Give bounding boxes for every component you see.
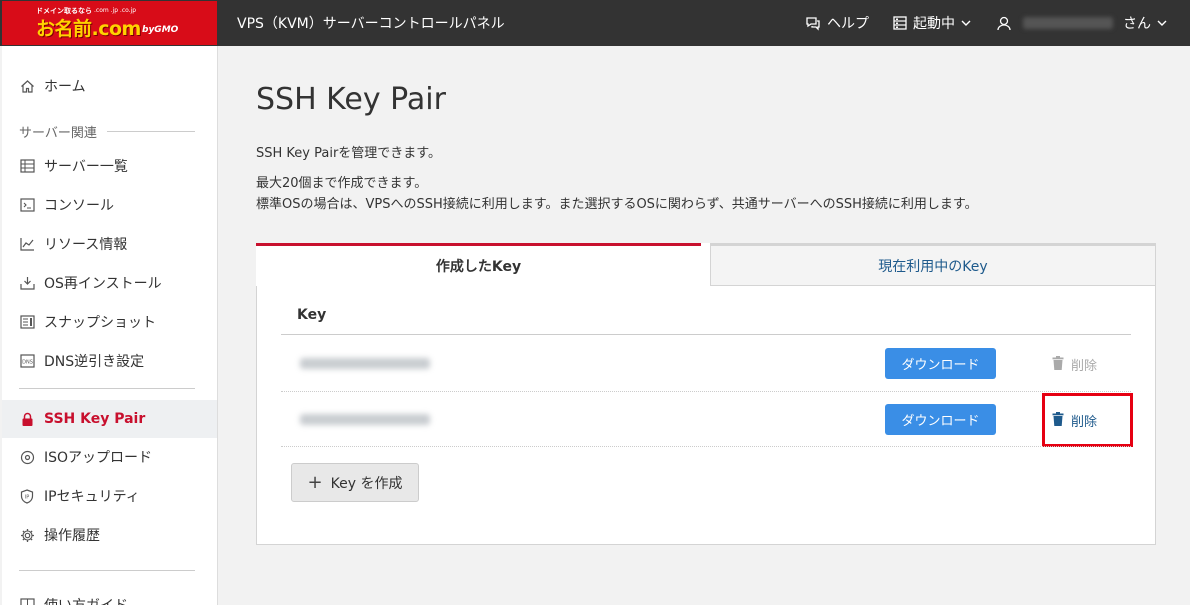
sidebar-item-os-reinstall[interactable]: OS再インストール bbox=[2, 264, 217, 302]
sidebar-item-label: ホーム bbox=[44, 79, 86, 95]
sidebar-item-iso-upload[interactable]: ISOアップロード bbox=[2, 438, 217, 476]
disc-icon bbox=[19, 449, 35, 465]
sidebar-item-label: コンソール bbox=[44, 198, 114, 214]
sidebar-divider bbox=[19, 570, 195, 571]
sidebar-item-home[interactable]: ホーム bbox=[2, 67, 217, 105]
column-header-key: Key bbox=[297, 307, 327, 323]
snapshot-icon bbox=[19, 314, 35, 330]
home-icon bbox=[19, 78, 35, 94]
section-divider bbox=[106, 131, 195, 132]
tab-current-keys[interactable]: 現在利用中のKey bbox=[710, 243, 1156, 286]
table-header-divider bbox=[281, 334, 1131, 335]
sidebar-item-ip-security[interactable]: IP IPセキュリティ bbox=[2, 477, 217, 515]
page-title: SSH Key Pair bbox=[256, 82, 446, 117]
trash-icon bbox=[1052, 355, 1064, 374]
logo-tlds: .com .jp .co.jp bbox=[94, 7, 137, 14]
chevron-down-icon bbox=[961, 19, 971, 27]
user-menu[interactable]: さん bbox=[997, 13, 1167, 33]
svg-text:DNS: DNS bbox=[22, 360, 33, 366]
sidebar-item-label: リソース情報 bbox=[44, 237, 128, 253]
status-label: 起動中 bbox=[913, 16, 955, 32]
sidebar-item-snapshot[interactable]: スナップショット bbox=[2, 303, 217, 341]
plus-icon: + bbox=[307, 472, 323, 493]
dns-icon: DNS bbox=[19, 353, 35, 369]
limit-description: 最大20個まで作成できます。 bbox=[256, 176, 428, 191]
console-icon bbox=[19, 197, 35, 213]
tab-created-keys[interactable]: 作成したKey bbox=[256, 243, 701, 286]
sidebar-item-server-list[interactable]: サーバー一覧 bbox=[2, 147, 217, 185]
delete-label: 削除 bbox=[1071, 359, 1098, 374]
sidebar-item-dns[interactable]: DNS DNS逆引き設定 bbox=[2, 342, 217, 380]
section-label-text: サーバー関連 bbox=[19, 126, 97, 141]
row-divider bbox=[281, 391, 1131, 392]
sidebar-item-label: SSH Key Pair bbox=[44, 411, 146, 427]
chevron-down-icon bbox=[1157, 19, 1167, 27]
delete-button-disabled: 削除 bbox=[1052, 355, 1097, 374]
server-icon bbox=[893, 16, 907, 30]
download-icon bbox=[19, 275, 35, 291]
top-header: ドメイン取るなら .com .jp .co.jp お名前.com byGMO V… bbox=[0, 0, 1190, 46]
help-link[interactable]: ヘルプ bbox=[805, 13, 869, 33]
sidebar-item-label: DNS逆引き設定 bbox=[44, 354, 145, 370]
svg-text:IP: IP bbox=[25, 494, 30, 500]
sidebar-item-resources[interactable]: リソース情報 bbox=[2, 225, 217, 263]
row-divider bbox=[281, 446, 1131, 447]
page-description: SSH Key Pairを管理できます。 bbox=[256, 146, 441, 161]
sidebar-item-label: 操作履歴 bbox=[44, 528, 100, 544]
key-name-redacted bbox=[300, 414, 430, 425]
sidebar-item-history[interactable]: 操作履歴 bbox=[2, 516, 217, 554]
sidebar: ホーム サーバー関連 サーバー一覧 コンソール リソース情報 OS再インストール… bbox=[2, 46, 218, 605]
gear-icon bbox=[19, 527, 35, 543]
chart-icon bbox=[19, 236, 35, 252]
sidebar-divider bbox=[19, 388, 195, 389]
usage-description: 標準OSの場合は、VPSへのSSH接続に利用します。また選択するOSに関わらず、… bbox=[256, 197, 978, 212]
sidebar-item-console[interactable]: コンソール bbox=[2, 186, 217, 224]
key-name-redacted bbox=[300, 358, 430, 369]
user-icon bbox=[997, 16, 1011, 31]
user-name-redacted bbox=[1023, 17, 1113, 29]
download-button[interactable]: ダウンロード bbox=[885, 404, 996, 435]
sidebar-item-label: IPセキュリティ bbox=[44, 489, 140, 505]
help-label: ヘルプ bbox=[827, 16, 869, 32]
sidebar-item-label: サーバー一覧 bbox=[44, 159, 128, 175]
create-key-button[interactable]: + Key を作成 bbox=[291, 463, 419, 502]
download-button[interactable]: ダウンロード bbox=[885, 348, 996, 379]
onamae-logo[interactable]: ドメイン取るなら .com .jp .co.jp お名前.com byGMO bbox=[2, 1, 217, 45]
chat-icon bbox=[805, 15, 821, 31]
section-label: サーバー関連 bbox=[19, 122, 195, 141]
shield-icon: IP bbox=[19, 488, 35, 504]
logo-name: お名前.com bbox=[36, 18, 141, 40]
sidebar-item-label: ISOアップロード bbox=[44, 450, 153, 466]
sidebar-item-label: スナップショット bbox=[44, 315, 156, 331]
sidebar-item-label: 使い方ガイド bbox=[44, 595, 128, 605]
lock-icon bbox=[19, 411, 35, 427]
logo-gmo: byGMO bbox=[142, 25, 179, 35]
app-title: VPS（KVM）サーバーコントロールパネル bbox=[237, 16, 505, 32]
sidebar-item-label: OS再インストール bbox=[44, 276, 162, 292]
sidebar-item-guide[interactable]: 使い方ガイド bbox=[2, 586, 217, 605]
user-suffix: さん bbox=[1123, 16, 1151, 32]
sidebar-item-ssh-key-pair[interactable]: SSH Key Pair bbox=[2, 400, 217, 438]
create-key-label: Key を作成 bbox=[330, 475, 403, 492]
server-status-dropdown[interactable]: 起動中 bbox=[893, 13, 971, 33]
highlight-box bbox=[1042, 393, 1133, 447]
server-list-icon bbox=[19, 158, 35, 174]
book-icon bbox=[19, 597, 35, 605]
